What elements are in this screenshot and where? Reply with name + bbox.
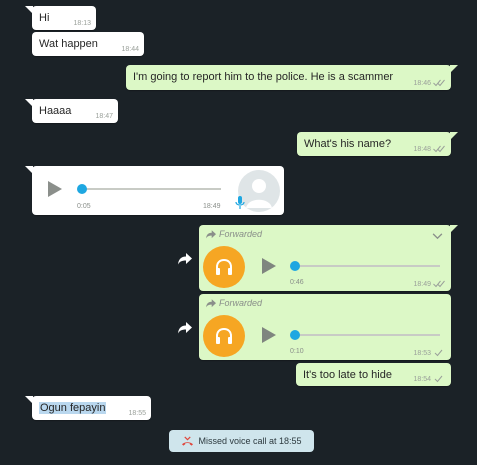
forwarded-label: Forwarded bbox=[206, 229, 262, 239]
missed-call-icon bbox=[182, 435, 194, 446]
message-time: 18:48 bbox=[413, 146, 431, 153]
message-text: Haaaa bbox=[39, 105, 72, 117]
missed-call-text: Missed voice call at 18:55 bbox=[198, 436, 302, 446]
audio-progress-handle[interactable] bbox=[290, 330, 300, 340]
message-time: 18:55 bbox=[128, 410, 146, 417]
incoming-voice-message: 0:05 18:49 bbox=[25, 166, 284, 215]
audio-duration: 0:05 bbox=[77, 203, 91, 210]
share-button[interactable] bbox=[175, 249, 195, 269]
audio-progress-track[interactable] bbox=[293, 334, 440, 336]
message-text: What's his name? bbox=[304, 138, 392, 150]
forwarded-audio-message: Forwarded 0:10 18:53 bbox=[199, 294, 451, 360]
headphones-icon bbox=[216, 258, 232, 275]
incoming-message[interactable]: Wat happen 18:44 bbox=[32, 32, 144, 56]
chat-screen: { "messages": { "m1": {"text": "Hi", "ti… bbox=[0, 0, 477, 465]
single-check-icon bbox=[434, 349, 443, 357]
outgoing-message[interactable]: I'm going to report him to the police. H… bbox=[126, 65, 458, 90]
message-time: 18:47 bbox=[95, 113, 113, 120]
share-button[interactable] bbox=[175, 318, 195, 338]
forward-icon bbox=[206, 298, 216, 307]
forwarded-text: Forwarded bbox=[219, 298, 263, 308]
incoming-message[interactable]: Ogun fepayin 18:55 bbox=[25, 396, 151, 420]
message-time: 18:49 bbox=[413, 281, 431, 288]
chevron-down-icon[interactable] bbox=[432, 233, 443, 240]
missed-call-notice[interactable]: Missed voice call at 18:55 bbox=[169, 430, 314, 452]
message-text: I'm going to report him to the police. H… bbox=[133, 71, 394, 83]
play-icon[interactable] bbox=[262, 327, 276, 343]
double-check-icon bbox=[433, 280, 445, 288]
audio-duration: 0:46 bbox=[290, 279, 304, 286]
audio-progress-track[interactable] bbox=[293, 265, 440, 267]
headphones-icon bbox=[216, 327, 232, 344]
outgoing-message[interactable]: What's his name? 18:48 bbox=[297, 132, 458, 156]
audio-progress-handle[interactable] bbox=[290, 261, 300, 271]
audio-progress-handle[interactable] bbox=[77, 184, 87, 194]
message-time: 18:13 bbox=[73, 20, 91, 27]
forwarded-text: Forwarded bbox=[219, 229, 263, 239]
audio-duration: 0:10 bbox=[290, 348, 304, 355]
incoming-message[interactable]: Hi 18:13 bbox=[25, 6, 96, 30]
message-text: Wat happen bbox=[39, 38, 98, 50]
microphone-icon bbox=[235, 196, 245, 209]
incoming-message[interactable]: Haaaa 18:47 bbox=[25, 99, 118, 123]
double-check-icon bbox=[433, 145, 445, 153]
forwarded-label: Forwarded bbox=[206, 298, 262, 308]
message-time: 18:53 bbox=[413, 350, 431, 357]
audio-progress-track[interactable] bbox=[80, 188, 221, 190]
audio-avatar bbox=[203, 315, 245, 357]
forwarded-audio-message: Forwarded 0:46 18:49 bbox=[199, 225, 458, 291]
play-icon[interactable] bbox=[262, 258, 276, 274]
message-time: 18:46 bbox=[413, 80, 431, 87]
single-check-icon bbox=[434, 375, 443, 383]
outgoing-message[interactable]: It's too late to hide 18:54 bbox=[296, 363, 451, 386]
message-time: 18:49 bbox=[203, 203, 221, 210]
share-icon bbox=[178, 253, 192, 265]
message-time: 18:54 bbox=[413, 376, 431, 383]
audio-avatar bbox=[203, 246, 245, 288]
message-text: Hi bbox=[39, 12, 50, 24]
play-icon[interactable] bbox=[48, 181, 62, 197]
message-text: Ogun fepayin bbox=[39, 402, 107, 414]
message-text: It's too late to hide bbox=[303, 369, 392, 381]
double-check-icon bbox=[433, 79, 445, 87]
message-time: 18:44 bbox=[121, 46, 139, 53]
share-icon bbox=[178, 322, 192, 334]
forward-icon bbox=[206, 229, 216, 238]
